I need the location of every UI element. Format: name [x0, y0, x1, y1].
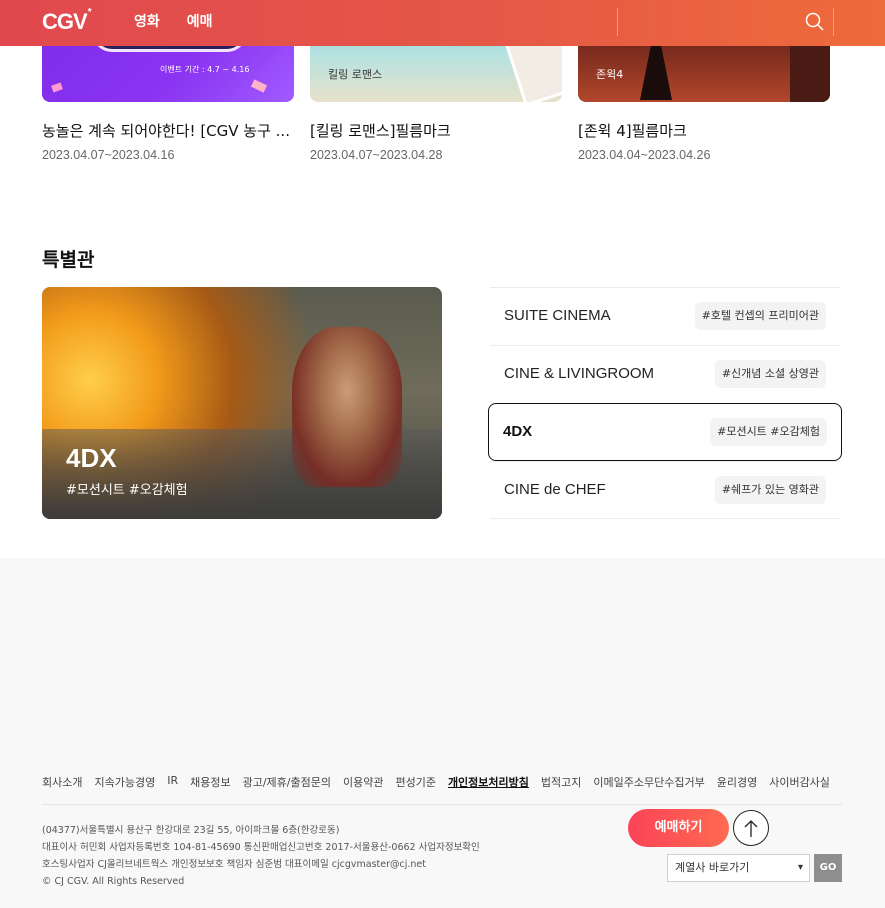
special-visual-tags: #모션시트 #오감체험 — [66, 483, 188, 498]
special-item-cine-de-chef[interactable]: CINE de CHEF #쉐프가 있는 영화관 — [490, 461, 840, 519]
main-nav: 영화 예매 — [134, 11, 213, 31]
footer-hosting-info: 호스팅사업자 CJ올리브네트웍스 개인정보보호 책임자 심준범 대표이메일 cj… — [42, 859, 426, 870]
event-date: 2023.04.07~2023.04.28 — [310, 148, 443, 162]
event-title[interactable]: [킬링 로맨스]필름마크 — [310, 120, 562, 141]
confetti-shape — [51, 82, 63, 93]
chevron-down-icon: ▾ — [797, 862, 803, 873]
affiliate-select-value: 계열사 바로가기 — [675, 861, 750, 874]
footer-link[interactable]: 이용약관 — [343, 774, 383, 790]
cgv-logo[interactable]: CGV * — [42, 7, 92, 37]
confetti-shape — [250, 79, 268, 93]
footer-link[interactable]: IR — [167, 774, 178, 790]
footer-divider — [42, 804, 842, 805]
special-item-name: CINE & LIVINGROOM — [504, 365, 655, 382]
special-item-suite-cinema[interactable]: SUITE CINEMA #호텔 컨셉의 프리미어관 — [490, 287, 840, 345]
nav-movie[interactable]: 영화 — [134, 11, 160, 31]
event-thumb-text: 킬링 로맨스 — [328, 68, 383, 81]
special-item-name: CINE de CHEF — [504, 481, 606, 498]
search-icon[interactable] — [804, 11, 826, 33]
special-item-name: 4DX — [503, 423, 533, 440]
special-item-4dx[interactable]: 4DX #모션시트 #오감체험 — [488, 403, 842, 461]
scroll-top-button[interactable] — [733, 810, 769, 846]
footer-links: 회사소개 지속가능경영 IR 채용정보 광고/제휴/출점문의 이용약관 편성기준… — [42, 774, 842, 790]
special-item-tag: #모션시트 #오감체험 — [710, 418, 827, 446]
footer-copyright: © CJ CGV. All Rights Reserved — [42, 876, 185, 887]
special-item-tag: #호텔 컨셉의 프리미어관 — [694, 302, 826, 330]
special-item-cine-livingroom[interactable]: CINE & LIVINGROOM #신개념 소셜 상영관 — [490, 345, 840, 403]
special-visual[interactable]: 4DX #모션시트 #오감체험 — [42, 287, 442, 519]
footer: 회사소개 지속가능경영 IR 채용정보 광고/제휴/출점문의 이용약관 편성기준… — [0, 558, 885, 908]
header-divider — [833, 8, 834, 36]
footer-link[interactable]: 회사소개 — [42, 774, 82, 790]
footer-link[interactable]: 편성기준 — [395, 774, 435, 790]
special-item-name: SUITE CINEMA — [504, 307, 611, 324]
event-date: 2023.04.07~2023.04.16 — [42, 148, 175, 162]
event-date: 2023.04.04~2023.04.26 — [578, 148, 711, 162]
go-button[interactable]: GO — [814, 854, 842, 882]
visual-figures — [292, 327, 402, 487]
footer-link[interactable]: 윤리경영 — [717, 774, 757, 790]
nav-reserve[interactable]: 예매 — [187, 11, 213, 31]
footer-link[interactable]: 법적고지 — [541, 774, 581, 790]
event-thumb-text: 존윅4 — [596, 68, 624, 81]
footer-address: (04377)서울특별시 용산구 한강대로 23길 55, 아이파크몰 6층(한… — [42, 825, 340, 836]
affiliate-select[interactable]: 계열사 바로가기 ▾ — [667, 854, 810, 882]
header-divider — [617, 8, 618, 36]
footer-link[interactable]: 이메일주소무단수집거부 — [593, 774, 704, 790]
footer-link-privacy[interactable]: 개인정보처리방침 — [448, 774, 529, 790]
arrow-up-icon — [744, 820, 758, 837]
footer-company-info: (04377)서울특별시 용산구 한강대로 23길 55, 아이파크몰 6층(한… — [42, 822, 480, 890]
logo-mark: * — [87, 7, 92, 18]
footer-link[interactable]: 채용정보 — [190, 774, 230, 790]
special-item-tag: #신개념 소셜 상영관 — [714, 360, 826, 388]
footer-link[interactable]: 광고/제휴/출점문의 — [243, 774, 331, 790]
footer-business-info: 대표이사 허민회 사업자등록번호 104-81-45690 통신판매업신고번호 … — [42, 842, 480, 853]
special-item-tag: #쉐프가 있는 영화관 — [714, 476, 826, 504]
special-visual-title: 4DX — [66, 443, 117, 473]
special-section-title: 특별관 — [42, 249, 95, 271]
event-title[interactable]: [존윅 4]필름마크 — [578, 120, 830, 141]
event-thumb-text: 이벤트 기간 : 4.7 ~ 4.16 — [160, 65, 250, 74]
logo-text: CGV — [42, 9, 88, 34]
global-header: CGV * 영화 예매 — [0, 0, 885, 46]
event-title[interactable]: 농놀은 계속 되어야한다! [CGV 농구 ... — [42, 120, 294, 141]
reserve-button[interactable]: 예매하기 — [628, 809, 729, 847]
footer-link[interactable]: 사이버감사실 — [769, 774, 830, 790]
footer-link[interactable]: 지속가능경영 — [94, 774, 155, 790]
